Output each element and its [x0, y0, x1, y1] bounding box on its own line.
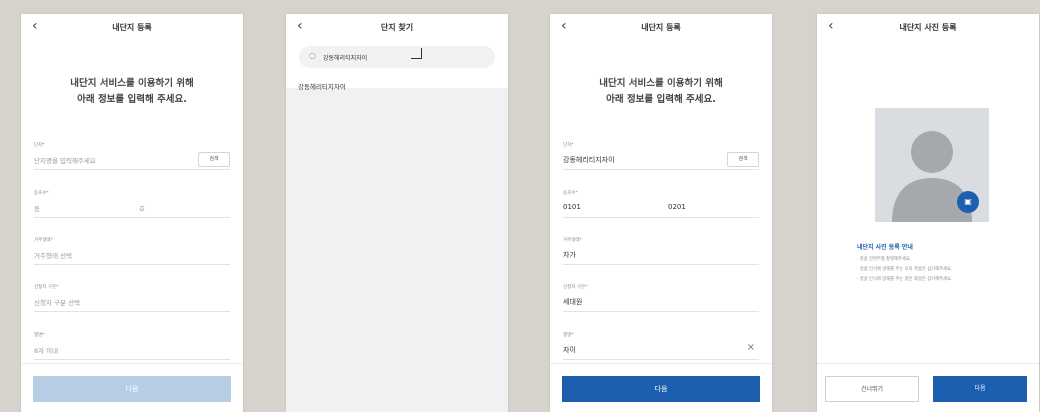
unit-field: 동호수* 0101 0201 [563, 190, 759, 218]
complex-field: 단지* 강동헤리티지자이 검색 [563, 142, 759, 170]
skip-button[interactable]: 건너뛰기 [825, 376, 919, 402]
text-cursor-icon [411, 48, 422, 59]
dong-input[interactable]: 0101 [563, 203, 581, 211]
screen-complex-search: ‹ 단지 찾기 ○ 강동헤리티지자이 강동헤리티지자이 [286, 14, 508, 412]
bottom-bar: 건너뛰기 다음 [817, 363, 1039, 412]
complex-input[interactable]: 단지명을 입력해주세요 [34, 155, 96, 165]
residence-label: 거주형태* [34, 238, 53, 243]
intro-text: 내단지 서비스를 이용하기 위해 아래 정보를 입력해 주세요. [21, 76, 243, 108]
search-value: 강동헤리티지자이 [323, 55, 368, 62]
nickname-label: 별명* [34, 333, 45, 338]
page-title: 내단지 사진 등록 [899, 23, 957, 32]
header: ‹ 단지 찾기 [286, 14, 508, 40]
header: ‹ 내단지 등록 [550, 14, 772, 40]
guide-note: · 얼굴 인식에 방해를 주는 모자 착용은 삼가해주세요. [857, 267, 953, 272]
residence-field: 거주형태* 거주형태 선택 [34, 237, 230, 265]
photo-guide-title: 내단지 사진 등록 안내 [857, 244, 913, 251]
complex-search-button[interactable]: 검색 [198, 152, 230, 167]
nickname-input[interactable]: 자이 [563, 345, 576, 355]
intro-line-1: 내단지 서비스를 이용하기 위해 [70, 78, 194, 89]
guide-note: · 얼굴 전면부를 촬영해주세요. [857, 257, 912, 262]
applicant-select[interactable]: 세대원 [563, 297, 582, 307]
residence-select[interactable]: 거주형태 선택 [34, 250, 72, 260]
page-title: 내단지 등록 [641, 23, 681, 32]
screen-register-filled: ‹ 내단지 등록 내단지 서비스를 이용하기 위해 아래 정보를 입력해 주세요… [550, 14, 772, 412]
intro-text: 내단지 서비스를 이용하기 위해 아래 정보를 입력해 주세요. [550, 76, 772, 108]
complex-input[interactable]: 강동헤리티지자이 [563, 155, 615, 165]
complex-field: 단지* 단지명을 입력해주세요 검색 [34, 142, 230, 170]
nickname-field: 별명* 자이 × [563, 332, 759, 360]
search-input[interactable]: ○ 강동헤리티지자이 [299, 46, 495, 68]
dong-input[interactable]: 동 [34, 203, 40, 213]
search-result-item[interactable]: 강동헤리티지자이 [298, 81, 346, 91]
intro-line-2: 아래 정보를 입력해 주세요. [77, 94, 187, 105]
residence-field: 거주형태* 자가 [563, 237, 759, 265]
nickname-label: 별명* [563, 333, 574, 338]
applicant-select[interactable]: 신청자 구분 선택 [34, 297, 80, 307]
results-background [286, 88, 508, 412]
applicant-field: 신청자 구분* 세대원 [563, 284, 759, 312]
unit-label: 동호수* [563, 191, 578, 196]
header: ‹ 내단지 사진 등록 [817, 14, 1039, 40]
applicant-field: 신청자 구분* 신청자 구분 선택 [34, 284, 230, 312]
nickname-input[interactable]: 8자 이내 [34, 345, 58, 355]
next-button[interactable]: 다음 [562, 376, 760, 402]
next-button[interactable]: 다음 [33, 376, 231, 402]
applicant-label: 신청자 구분* [34, 285, 59, 290]
clear-icon[interactable]: × [747, 342, 755, 353]
complex-label: 단지* [563, 143, 574, 148]
ho-input[interactable]: 0201 [668, 203, 686, 211]
complex-label: 단지* [34, 143, 45, 148]
applicant-label: 신청자 구분* [563, 285, 588, 290]
intro-line-1: 내단지 서비스를 이용하기 위해 [599, 78, 723, 89]
nickname-field: 별명* 8자 이내 [34, 332, 230, 360]
screen-photo-register: ‹ 내단지 사진 등록 ▣ 내단지 사진 등록 안내 · 얼굴 전면부를 촬영해… [817, 14, 1039, 412]
unit-field: 동호수* 동 호 [34, 190, 230, 218]
search-icon: ○ [309, 51, 316, 60]
ho-input[interactable]: 호 [139, 203, 145, 213]
page-title: 내단지 등록 [112, 23, 152, 32]
guide-note: · 얼굴 인식에 방해를 주는 짙은 화장은 삼가해주세요. [857, 277, 953, 282]
residence-select[interactable]: 자가 [563, 250, 576, 260]
header: ‹ 내단지 등록 [21, 14, 243, 40]
page-title: 단지 찾기 [380, 23, 414, 32]
screen-register-empty: ‹ 내단지 등록 내단지 서비스를 이용하기 위해 아래 정보를 입력해 주세요… [21, 14, 243, 412]
bottom-bar: 다음 [550, 363, 772, 412]
intro-line-2: 아래 정보를 입력해 주세요. [606, 94, 716, 105]
unit-label: 동호수* [34, 191, 49, 196]
bottom-bar: 다음 [21, 363, 243, 412]
complex-search-button[interactable]: 검색 [727, 152, 759, 167]
camera-icon[interactable]: ▣ [957, 191, 979, 213]
residence-label: 거주형태* [563, 238, 582, 243]
next-button[interactable]: 다음 [933, 376, 1027, 402]
photo-guide-notes: · 얼굴 전면부를 촬영해주세요. · 얼굴 인식에 방해를 주는 모자 착용은… [857, 255, 1031, 285]
